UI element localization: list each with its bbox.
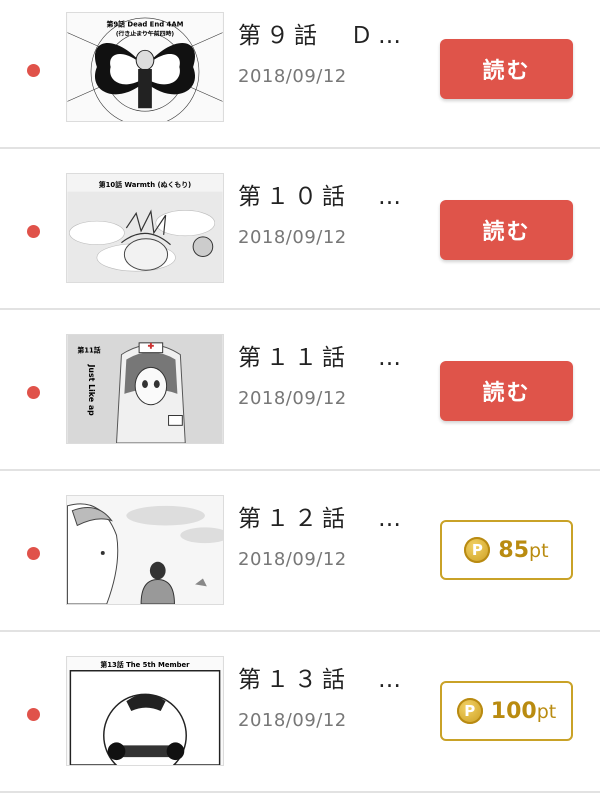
episode-date: 2018/09/12 <box>238 388 347 409</box>
episode-thumbnail[interactable]: 第11話 Just Like ap <box>66 334 224 444</box>
point-coin-icon: P <box>464 537 491 563</box>
point-coin-icon: P <box>456 698 483 724</box>
buy-with-points-button[interactable]: P 85pt <box>440 520 573 580</box>
price-amount: 85 <box>498 537 530 563</box>
read-button[interactable]: 読む <box>440 361 573 421</box>
episode-row[interactable]: 第11話 Just Like ap 第１１話 Ｊｕｓｔ Ｌｉｋｅ ａｐ 2018… <box>0 310 600 471</box>
unread-indicator <box>27 708 40 721</box>
episode-thumbnail[interactable] <box>66 495 224 605</box>
episode-date: 2018/09/12 <box>238 227 347 248</box>
episode-title[interactable]: 第９話 Ｄｅａｄ Ｅｎｄ ４ＡＭ <box>238 16 423 50</box>
episode-date: 2018/09/12 <box>238 549 347 570</box>
episode-title[interactable]: 第１２話 Ｔｈｅ <box>238 499 423 533</box>
episode-9-cover-art: 第9話 Dead End 4AM (行き止まり午前四時) <box>67 13 223 121</box>
read-button[interactable]: 読む <box>440 39 573 99</box>
episode-13-cover-art: 第13話 The 5th Member <box>67 657 223 765</box>
episode-11-cover-art: 第11話 Just Like ap <box>67 335 223 443</box>
episode-row[interactable]: 第9話 Dead End 4AM (行き止まり午前四時) 第９話 Ｄｅａｄ Ｅｎ… <box>0 0 600 149</box>
cover-subcaption: (行き止まり午前四時) <box>116 30 175 38</box>
episode-10-cover-art: 第10話 Warmth (ぬくもり) <box>67 174 223 282</box>
cover-caption: 第10話 Warmth (ぬくもり) <box>99 180 191 189</box>
unread-indicator <box>27 225 40 238</box>
episode-date: 2018/09/12 <box>238 710 347 731</box>
episode-thumbnail[interactable]: 第9話 Dead End 4AM (行き止まり午前四時) <box>66 12 224 122</box>
episode-title[interactable]: 第１０話 Ｗａｒｍｔｈ <box>238 177 423 211</box>
price-amount: 100 <box>490 698 537 724</box>
price-unit: pt <box>536 700 557 723</box>
cover-caption: 第13話 The 5th Member <box>100 660 190 669</box>
cover-caption-top: 第11話 <box>77 346 100 355</box>
episode-row[interactable]: 第13話 The 5th Member 第１３話 Ｔｈｅ ５ｔｈ Ｍｅｍｂｅｒ … <box>0 632 600 793</box>
unread-indicator <box>27 547 40 560</box>
episode-list: 第9話 Dead End 4AM (行き止まり午前四時) 第９話 Ｄｅａｄ Ｅｎ… <box>0 0 600 793</box>
episode-title[interactable]: 第１１話 Ｊｕｓｔ Ｌｉｋｅ ａｐ <box>238 338 423 372</box>
episode-12-cover-art <box>67 496 223 604</box>
cover-caption: Just Like ap <box>87 363 96 416</box>
price-label: 85pt <box>498 538 548 563</box>
episode-date: 2018/09/12 <box>238 66 347 87</box>
cover-caption: 第9話 Dead End 4AM <box>107 20 184 29</box>
read-button[interactable]: 読む <box>440 200 573 260</box>
episode-title[interactable]: 第１３話 Ｔｈｅ ５ｔｈ Ｍｅｍｂｅｒ <box>238 660 423 694</box>
price-unit: pt <box>529 539 549 562</box>
unread-indicator <box>27 64 40 77</box>
buy-with-points-button[interactable]: P 100pt <box>440 681 573 741</box>
episode-thumbnail[interactable]: 第10話 Warmth (ぬくもり) <box>66 173 224 283</box>
episode-row[interactable]: 第10話 Warmth (ぬくもり) 第１０話 Ｗａｒｍｔｈ 2018/09/1… <box>0 149 600 310</box>
price-label: 100pt <box>491 699 556 724</box>
unread-indicator <box>27 386 40 399</box>
episode-row[interactable]: 第１２話 Ｔｈｅ 2018/09/12 P 85pt <box>0 471 600 632</box>
